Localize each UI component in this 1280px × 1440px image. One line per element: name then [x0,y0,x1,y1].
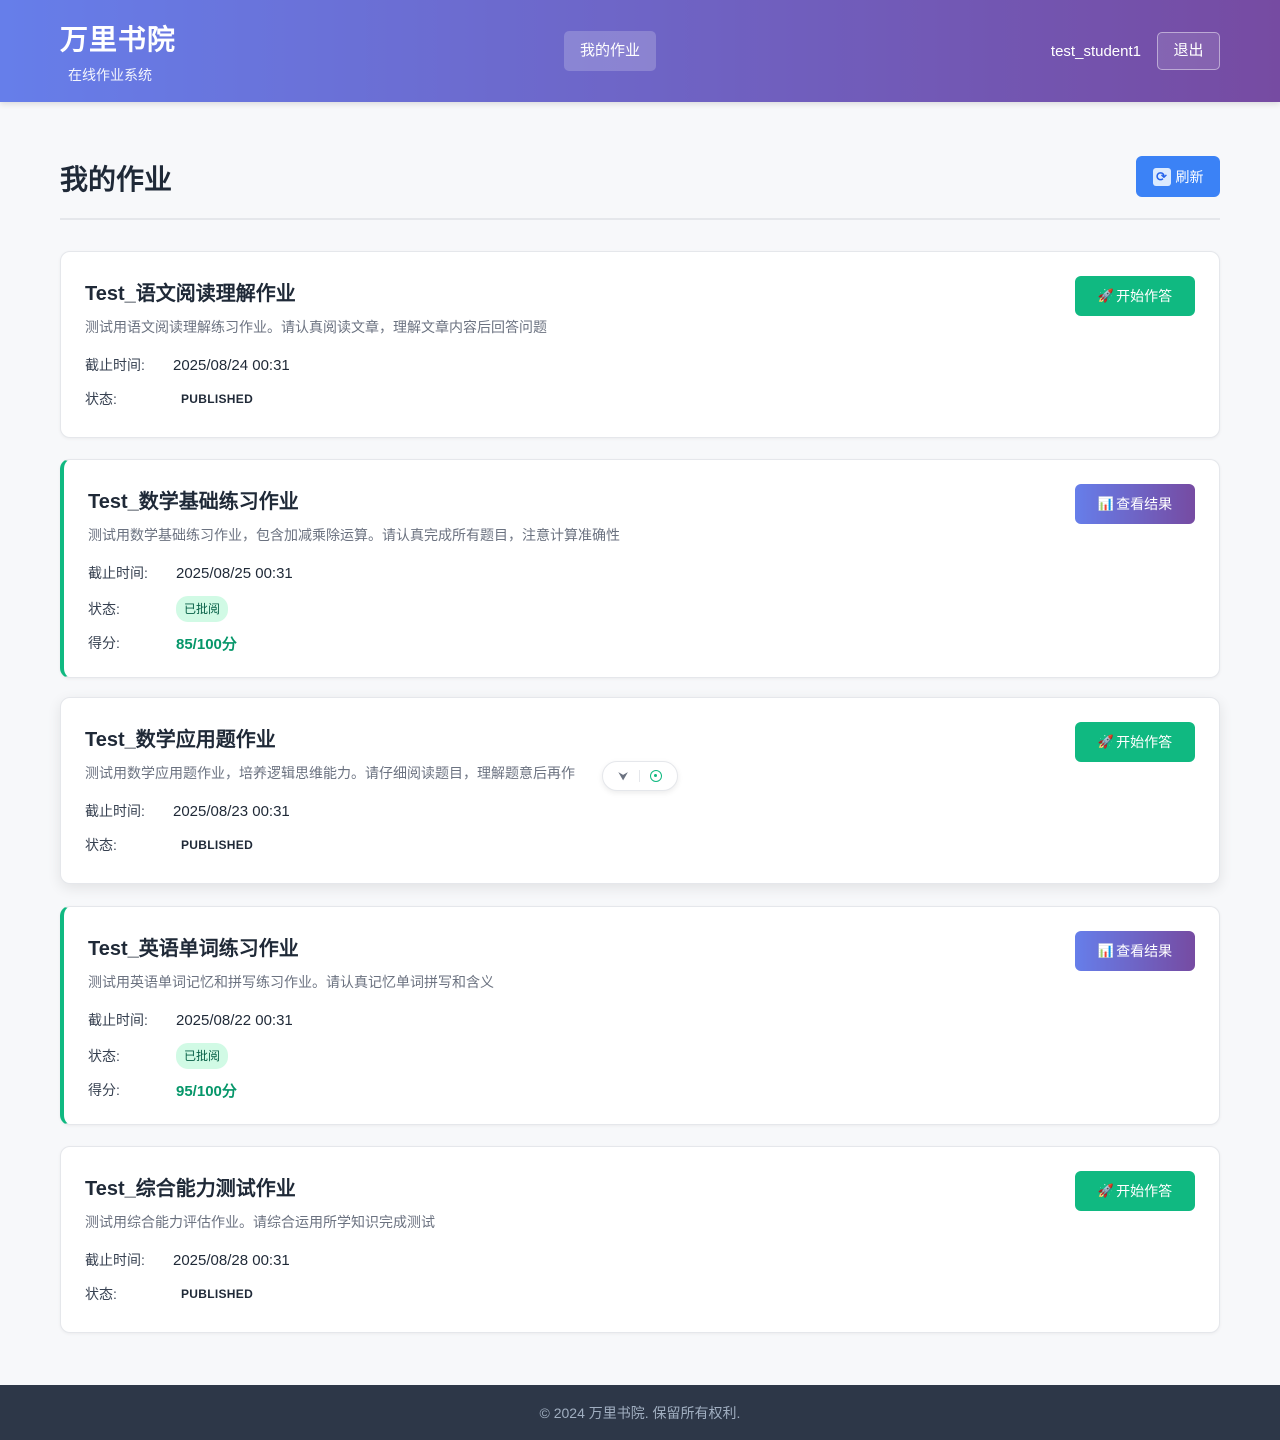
deadline-value: 2025/08/22 00:31 [176,1011,293,1029]
deadline-label: 截止时间: [85,803,145,819]
action-label: 查看结果 [1116,496,1173,512]
status-label: 状态: [88,1048,120,1064]
assignment-title: Test_语文阅读理解作业 [85,283,296,305]
deadline-label: 截止时间: [88,565,148,581]
status-row: 状态: PUBLISHED [85,1284,1195,1304]
start-answer-button[interactable]: 🚀 开始作答 [1075,1171,1195,1211]
nav-my-homework[interactable]: 我的作业 [564,31,656,71]
deadline-value: 2025/08/28 00:31 [173,1251,290,1269]
deadline-row: 截止时间: 2025/08/25 00:31 [88,563,1195,583]
status-badge: 已批阅 [176,596,229,622]
assignment-card: Test_英语单词练习作业 测试用英语单词记忆和拼写练习作业。请认真记忆单词拼写… [60,906,1220,1125]
assignment-title: Test_数学应用题作业 [85,729,276,751]
score-row: 得分: 85/100分 [88,633,1195,653]
status-label: 状态: [85,391,117,407]
start-answer-button[interactable]: 🚀 开始作答 [1075,276,1195,316]
assignment-card: Test_综合能力测试作业 测试用综合能力评估作业。请综合运用所学知识完成测试 … [60,1146,1220,1333]
rocket-icon: 🚀 [1097,1183,1115,1198]
status-row: 状态: PUBLISHED [85,835,1195,855]
status-label: 状态: [88,601,120,617]
assignment-description: 测试用综合能力评估作业。请综合运用所学知识完成测试 [85,1214,435,1230]
refresh-label: 刷新 [1175,168,1204,185]
assignment-description: 测试用英语单词记忆和拼写练习作业。请认真记忆单词拼写和含义 [88,974,494,990]
deadline-label: 截止时间: [88,1012,148,1028]
deadline-value: 2025/08/25 00:31 [176,564,293,582]
target-icon[interactable] [649,770,662,782]
deadline-value: 2025/08/23 00:31 [173,802,290,820]
assignment-card: Test_数学基础练习作业 测试用数学基础练习作业，包含加减乘除运算。请认真完成… [60,459,1220,678]
deadline-row: 截止时间: 2025/08/24 00:31 [85,355,1195,375]
status-badge: PUBLISHED [181,838,254,852]
start-answer-button[interactable]: 🚀 开始作答 [1075,722,1195,762]
status-label: 状态: [85,1286,117,1302]
score-row: 得分: 95/100分 [88,1080,1195,1100]
status-row: 状态: 已批阅 [88,1043,1195,1069]
copyright-text: © 2024 万里书院. 保留所有权利. [539,1405,741,1421]
brand-title: 万里书院 [60,24,177,55]
floating-toolbar[interactable]: ⮟ [602,761,678,791]
action-label: 查看结果 [1116,943,1173,959]
brand-subtitle: 在线作业系统 [68,67,152,83]
deadline-row: 截止时间: 2025/08/23 00:31 [85,801,1195,821]
deadline-label: 截止时间: [85,1252,145,1268]
assignment-description: 测试用数学基础练习作业，包含加减乘除运算。请认真完成所有题目，注意计算准确性 [88,527,620,543]
page-title: 我的作业 [60,164,173,195]
main-content: 我的作业 ⟳ 刷新 [0,102,1280,220]
score-value: 95/100分 [176,1082,237,1100]
refresh-button[interactable]: ⟳ 刷新 [1136,156,1220,197]
score-value: 85/100分 [176,635,237,653]
refresh-icon: ⟳ [1152,167,1171,186]
score-label: 得分: [88,635,120,651]
assignment-description: 测试用语文阅读理解练习作业。请认真阅读文章，理解文章内容后回答问题 [85,319,547,335]
username: test_student1 [1050,42,1141,60]
action-label: 开始作答 [1116,1183,1173,1199]
deadline-value: 2025/08/24 00:31 [173,356,290,374]
status-badge: PUBLISHED [181,1287,254,1301]
bar-chart-icon: 📊 [1097,496,1115,511]
cursor-icon[interactable]: ⮟ [618,769,628,784]
score-label: 得分: [88,1082,120,1098]
footer: © 2024 万里书院. 保留所有权利. [0,1385,1280,1440]
user-area: test_student1 退出 [1051,32,1220,70]
action-label: 开始作答 [1116,288,1173,304]
assignment-card: Test_语文阅读理解作业 测试用语文阅读理解练习作业。请认真阅读文章，理解文章… [60,251,1220,438]
status-row: 状态: 已批阅 [88,596,1195,622]
brand: 万里书院 在线作业系统 [60,22,176,85]
rocket-icon: 🚀 [1097,288,1115,303]
view-result-button[interactable]: 📊 查看结果 [1075,931,1195,971]
rocket-icon: 🚀 [1097,734,1115,749]
bar-chart-icon: 📊 [1097,943,1115,958]
logout-button[interactable]: 退出 [1157,32,1220,70]
deadline-row: 截止时间: 2025/08/22 00:31 [88,1010,1195,1030]
status-badge: PUBLISHED [181,392,254,406]
assignment-title: Test_英语单词练习作业 [88,938,299,960]
deadline-label: 截止时间: [85,357,145,373]
assignment-title: Test_数学基础练习作业 [88,491,299,513]
action-label: 开始作答 [1116,734,1173,750]
page-header: 我的作业 ⟳ 刷新 [60,102,1220,220]
deadline-row: 截止时间: 2025/08/28 00:31 [85,1250,1195,1270]
status-badge: 已批阅 [176,1043,229,1069]
toolbar-divider [638,770,640,782]
view-result-button[interactable]: 📊 查看结果 [1075,484,1195,524]
status-label: 状态: [85,837,117,853]
assignment-title: Test_综合能力测试作业 [85,1178,296,1200]
status-row: 状态: PUBLISHED [85,389,1195,409]
top-header: 万里书院 在线作业系统 我的作业 test_student1 退出 [0,0,1280,102]
